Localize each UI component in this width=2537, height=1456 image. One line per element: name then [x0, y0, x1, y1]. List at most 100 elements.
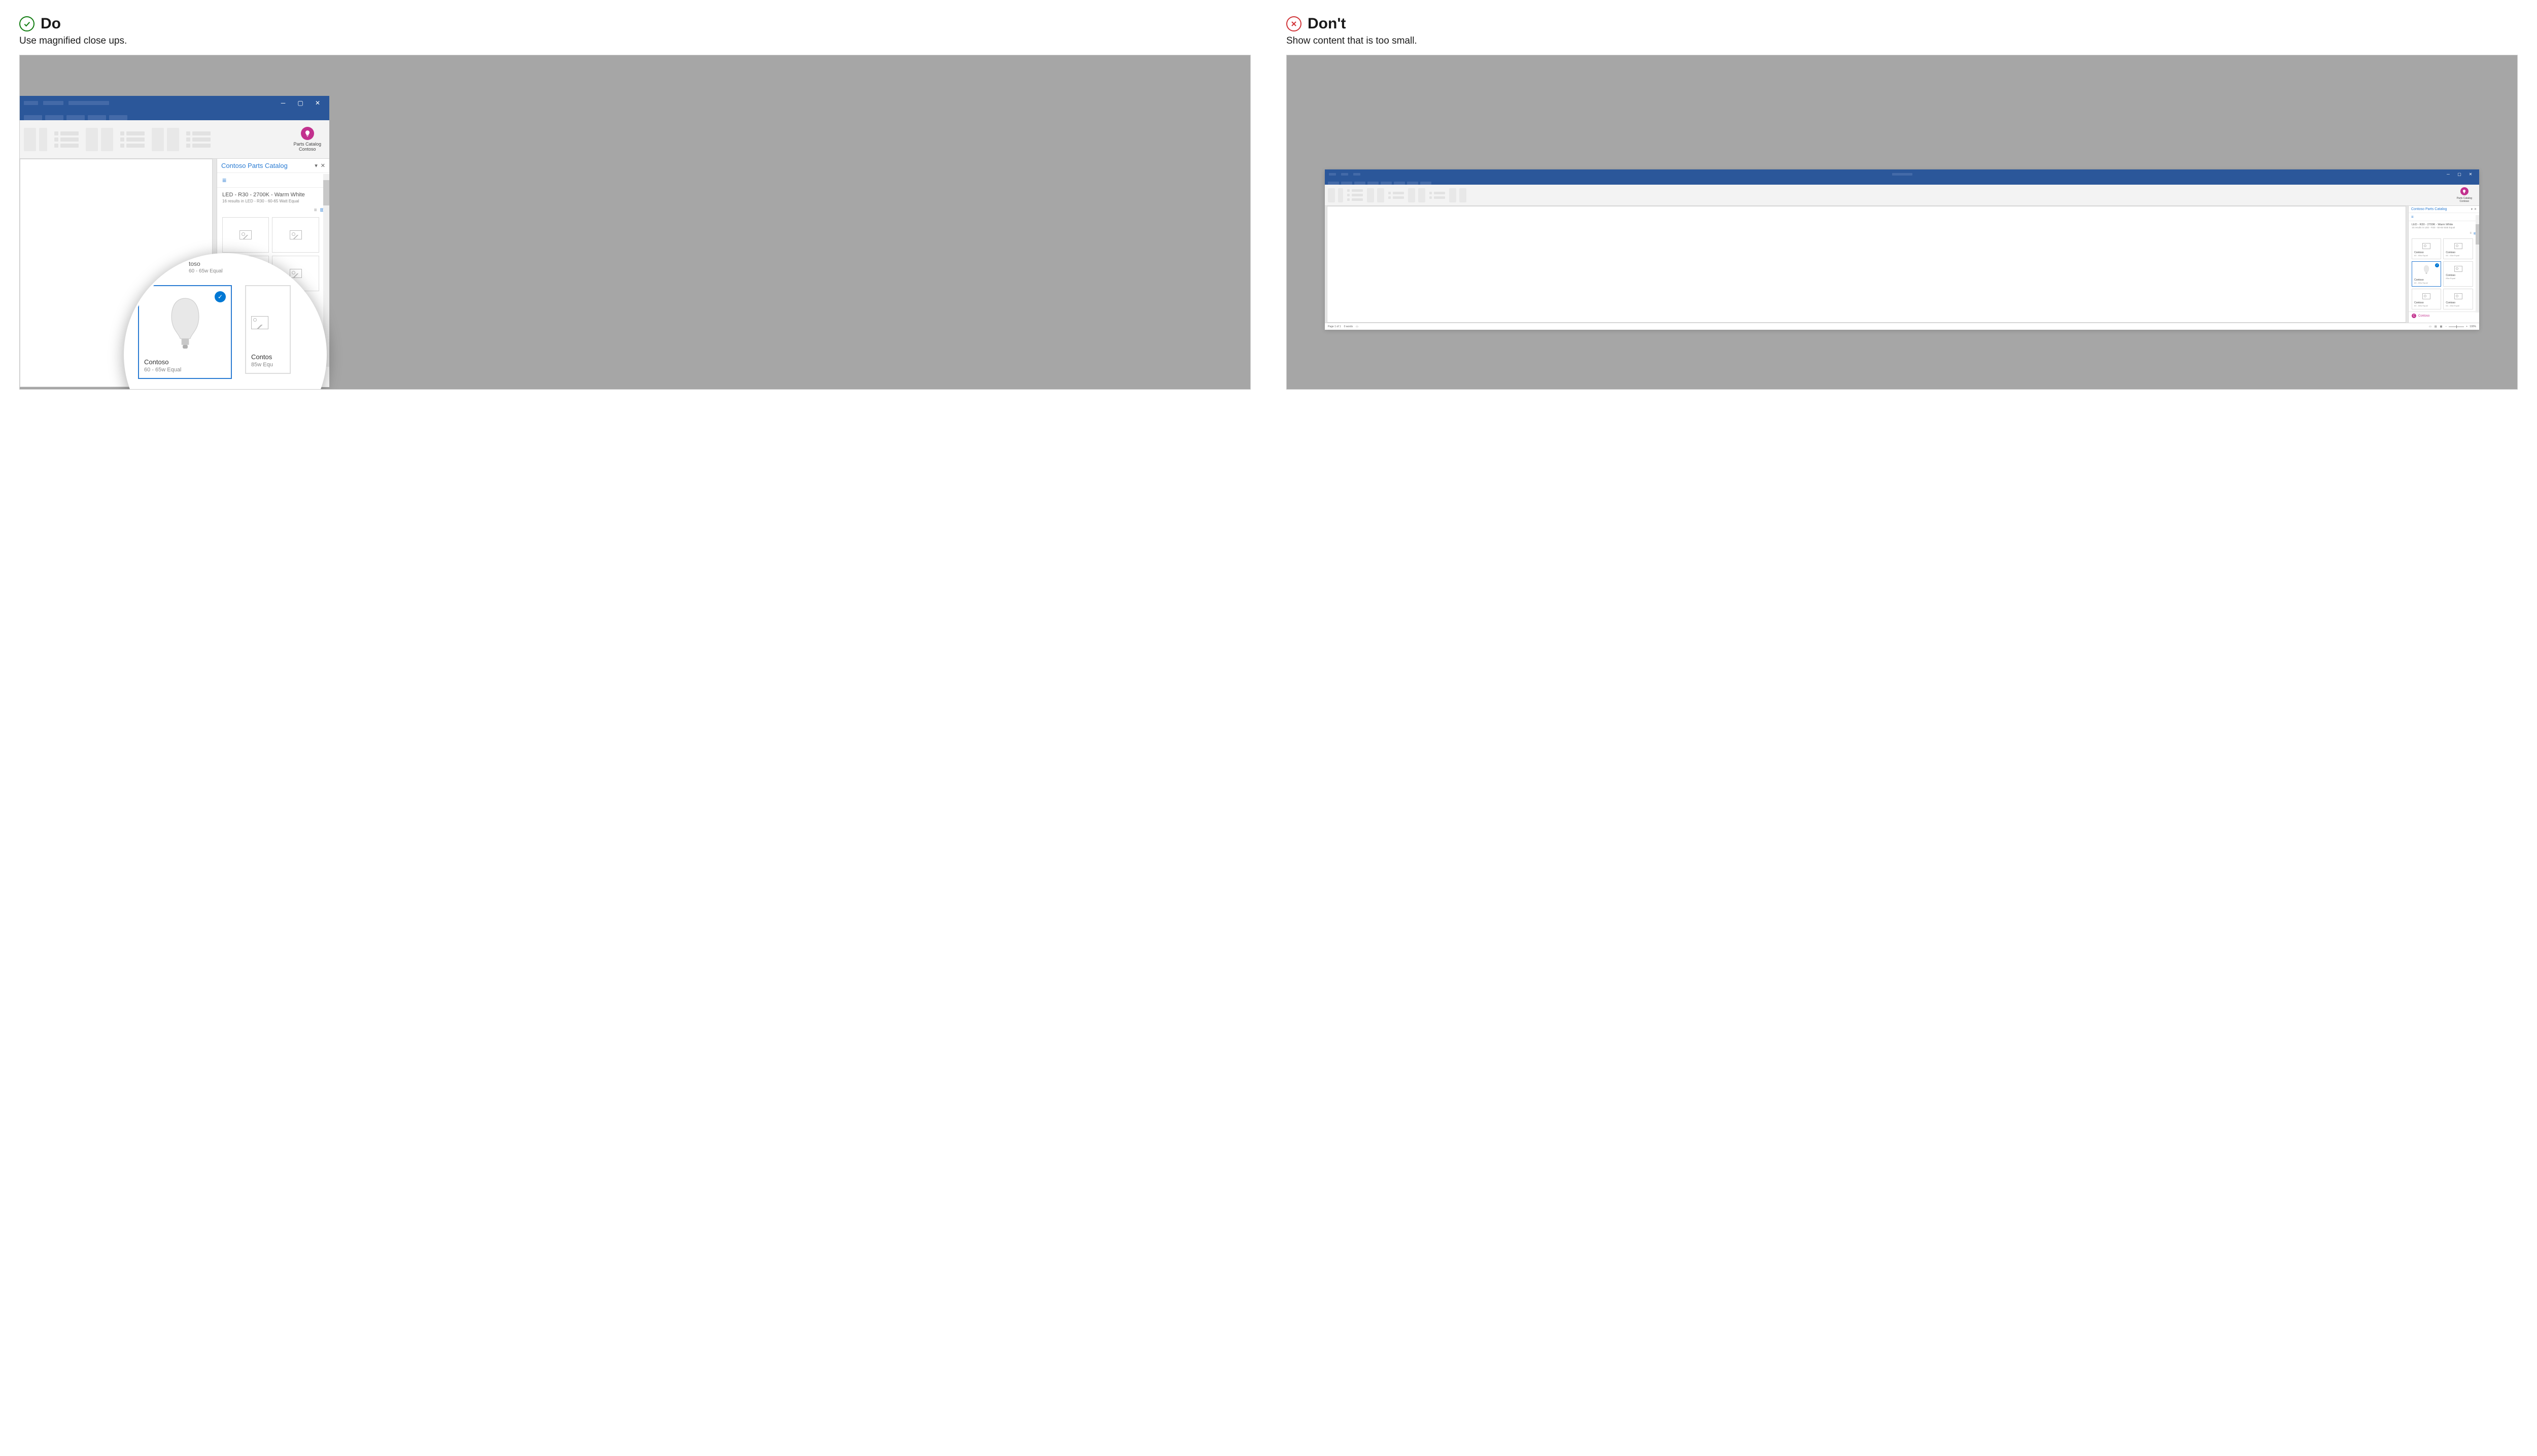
hamburger-icon[interactable]: ≡ [2409, 213, 2479, 221]
product-card[interactable]: Contoso85w Equal [2443, 261, 2473, 287]
product-card-below[interactable] [197, 389, 258, 390]
lightbulb-icon [301, 127, 314, 140]
view-mode-icon[interactable]: ▦ [2440, 325, 2443, 328]
status-bar: Page 1 of 1 0 words ▭ ▭ ▤ ▦ − + 100% [1325, 323, 2479, 330]
ribbon-tab[interactable] [1381, 182, 1392, 185]
ribbon-tab[interactable] [45, 115, 63, 120]
image-placeholder-icon [2422, 293, 2430, 299]
zoom-percentage: 100% [2470, 325, 2476, 328]
ribbon-tab[interactable] [1354, 182, 1365, 185]
titlebar: ─ ▢ ✕ [1325, 169, 2479, 179]
checkmark-icon [19, 16, 35, 31]
do-header: Do [19, 15, 1251, 32]
zoom-slider[interactable] [2449, 326, 2464, 327]
product-card[interactable]: Contoso60 - 65w Equal [2412, 238, 2441, 259]
product-card-selected[interactable]: ✓ Contoso 60 - 65w Equal [138, 285, 232, 379]
ribbon-tab[interactable] [88, 115, 106, 120]
image-placeholder-icon [2454, 243, 2462, 249]
product-card-partial[interactable]: Contos 85w Equ [245, 285, 291, 374]
selected-check-icon: ✓ [215, 291, 226, 302]
product-card[interactable] [272, 217, 319, 253]
addin-ribbon-button[interactable]: Parts CatalogContoso [293, 127, 325, 152]
maximize-button[interactable]: ▢ [2455, 170, 2464, 178]
ribbon-button[interactable] [1408, 188, 1415, 202]
zoom-control: − + 100% [2445, 325, 2476, 328]
addin-ribbon-button[interactable]: Parts CatalogContoso [2457, 187, 2476, 203]
product-card[interactable]: Contoso60 - 65w Equal [2443, 289, 2473, 309]
scrollbar-thumb[interactable] [2476, 224, 2479, 245]
ribbon-button[interactable] [86, 128, 98, 151]
addin-label: Parts CatalogContoso [293, 142, 321, 152]
ribbon-button[interactable] [1418, 188, 1425, 202]
view-mode-icon[interactable]: ▤ [2435, 325, 2437, 328]
taskpane-close-icon[interactable]: ✕ [321, 162, 325, 169]
product-title: Contos [251, 353, 290, 361]
image-placeholder-icon [2454, 293, 2462, 299]
ribbon-tab[interactable] [1367, 182, 1379, 185]
ribbon-button[interactable] [1459, 188, 1466, 202]
taskpane-menu-icon[interactable]: ▾ [2471, 207, 2473, 211]
ribbon-button[interactable] [1367, 188, 1374, 202]
ribbon-tab[interactable] [1420, 182, 1431, 185]
do-column: Do Use magnified close ups. ─ ▢ ✕ [19, 15, 1251, 390]
taskpane-header: Contoso Parts Catalog ▾✕ [217, 159, 329, 173]
product-card[interactable]: Contoso60 - 65w Equal [2412, 289, 2441, 309]
minimize-button[interactable]: ─ [2444, 170, 2453, 178]
ribbon-button[interactable] [39, 128, 47, 151]
hamburger-icon[interactable]: ≡ [217, 173, 329, 187]
word-window-small: ─ ▢ ✕ [1325, 169, 2479, 330]
search-results-count: 16 results in LED - R30 - 60-65 Watt Equ… [2412, 226, 2476, 229]
ribbon-tab[interactable] [66, 115, 85, 120]
ribbon-tab[interactable] [1341, 182, 1352, 185]
ribbon-tab[interactable] [109, 115, 127, 120]
minimize-button[interactable]: ─ [276, 97, 291, 109]
ribbon-tab[interactable] [1394, 182, 1405, 185]
addin-label: Parts CatalogContoso [2457, 197, 2472, 203]
dont-subtitle: Show content that is too small. [1286, 36, 2518, 47]
ribbon-button[interactable] [152, 128, 164, 151]
maximize-button[interactable]: ▢ [293, 97, 308, 109]
ribbon-tab[interactable] [1328, 182, 1339, 185]
zoom-in-button[interactable]: + [2466, 325, 2467, 328]
image-placeholder-icon [2422, 243, 2430, 249]
scrollbar-thumb[interactable] [323, 180, 329, 205]
product-title: Contoso [144, 358, 226, 366]
titlebar: ─ ▢ ✕ [20, 96, 329, 110]
ribbon-tab[interactable] [24, 115, 42, 120]
ribbon-button[interactable] [1377, 188, 1384, 202]
product-grid: Contoso60 - 65w Equal Contoso60 - 65w Eq… [2409, 236, 2479, 311]
dont-header: Don't [1286, 15, 2518, 32]
titlebar-placeholder [43, 101, 63, 105]
view-mode-icon[interactable]: ▭ [2429, 325, 2431, 328]
magnifier-closeup: toso 60 - 65w Equal ✓ Contoso 60 - 65w E… [124, 253, 327, 390]
search-results-count: 16 results in LED - R30 - 60-65 Watt Equ… [222, 199, 324, 203]
taskpane-menu-icon[interactable]: ▾ [315, 162, 318, 169]
do-title: Do [41, 15, 61, 32]
ribbon-button[interactable] [167, 128, 179, 151]
product-card-selected[interactable]: ✓Contoso60 - 65w Equal [2412, 261, 2441, 287]
product-spec: 85w Equ [251, 362, 290, 368]
ribbon-button[interactable] [1449, 188, 1456, 202]
titlebar-placeholder [1329, 173, 1336, 176]
do-preview-frame: ─ ▢ ✕ [19, 55, 1251, 390]
product-card[interactable] [222, 217, 269, 253]
taskpane-title: Contoso Parts Catalog [221, 162, 288, 169]
ribbon-button[interactable] [24, 128, 36, 151]
scrollbar[interactable] [2476, 215, 2479, 313]
list-view-icon[interactable]: ≡ [314, 207, 317, 213]
taskpane-close-icon[interactable]: ✕ [2474, 207, 2477, 211]
ribbon-button[interactable] [101, 128, 113, 151]
product-card[interactable]: Contoso60 - 65w Equal [2443, 238, 2473, 259]
titlebar-placeholder [1892, 173, 1912, 176]
close-button[interactable]: ✕ [2466, 170, 2475, 178]
list-view-icon[interactable]: ≡ [2470, 232, 2472, 235]
ribbon-tab[interactable] [1407, 182, 1418, 185]
document-canvas[interactable] [1327, 206, 2406, 323]
close-button[interactable]: ✕ [310, 97, 325, 109]
zoom-out-button[interactable]: − [2445, 325, 2447, 328]
ribbon: Parts CatalogContoso [1325, 185, 2479, 206]
ribbon-button[interactable] [1338, 188, 1343, 202]
dont-title: Don't [1308, 15, 1346, 32]
taskpane-footer: C Contoso [2409, 311, 2479, 320]
ribbon-button[interactable] [1328, 188, 1335, 202]
